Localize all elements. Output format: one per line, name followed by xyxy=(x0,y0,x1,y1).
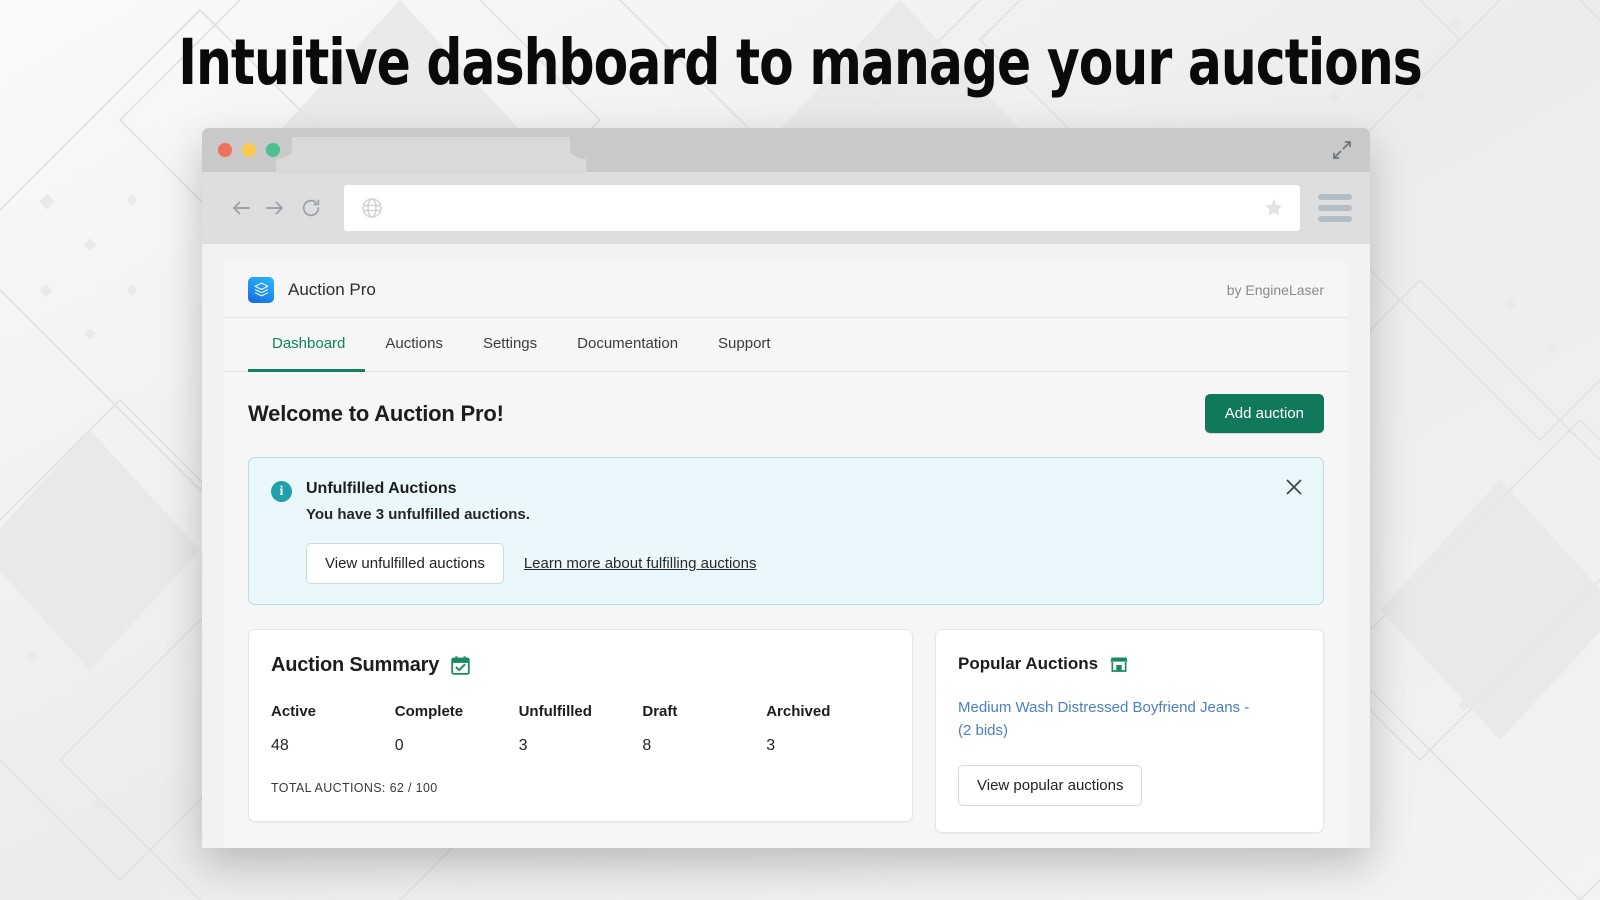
expand-arrows-icon[interactable] xyxy=(1332,140,1352,160)
total-auctions-label: TOTAL AUCTIONS: 62 / 100 xyxy=(271,781,438,795)
app-title: Auction Pro xyxy=(288,279,376,299)
banner-text-block: Unfulfilled Auctions You have 3 unfulfil… xyxy=(306,480,756,584)
app-byline: by EngineLaser xyxy=(1226,281,1324,298)
stat-label: Unfulfilled xyxy=(518,703,592,720)
popular-card-title: Popular Auctions xyxy=(958,654,1099,673)
banner-subtext: You have 3 unfulfilled auctions. xyxy=(306,506,530,523)
forward-button[interactable] xyxy=(258,191,292,225)
stat-active: Active 48 xyxy=(271,703,395,755)
stat-unfulfilled: Unfulfilled 3 xyxy=(519,703,643,755)
browser-toolbar xyxy=(202,172,1370,244)
add-auction-button[interactable]: Add auction xyxy=(1204,394,1324,433)
browser-titlebar xyxy=(202,128,1370,173)
close-window-button[interactable] xyxy=(218,143,232,157)
unfulfilled-auctions-banner: i Unfulfilled Auctions You have 3 unfulf… xyxy=(248,457,1324,605)
tab-auctions[interactable]: Auctions xyxy=(365,318,463,372)
auction-pro-app: Auction Pro by EngineLaser Dashboard Auc… xyxy=(224,262,1348,848)
stat-label: Archived xyxy=(766,703,831,720)
view-unfulfilled-auctions-button[interactable]: View unfulfilled auctions xyxy=(306,543,504,584)
view-popular-auctions-button[interactable]: View popular auctions xyxy=(958,764,1143,806)
browser-window: Auction Pro by EngineLaser Dashboard Auc… xyxy=(202,128,1370,848)
browser-viewport: Auction Pro by EngineLaser Dashboard Auc… xyxy=(202,244,1370,848)
stat-draft: Draft 8 xyxy=(642,703,766,755)
close-icon[interactable] xyxy=(1283,476,1305,498)
tab-dashboard[interactable]: Dashboard xyxy=(248,318,366,372)
stat-label: Complete xyxy=(394,703,464,720)
app-content: Welcome to Auction Pro! Add auction i Un… xyxy=(224,372,1348,833)
stat-value: 48 xyxy=(271,737,289,754)
stat-value: 3 xyxy=(766,737,776,754)
popular-auction-link[interactable]: Medium Wash Distressed Boyfriend Jeans -… xyxy=(958,696,1250,743)
arrow-right-icon xyxy=(266,201,283,215)
calendar-check-icon xyxy=(451,656,470,675)
hamburger-menu-icon xyxy=(1318,205,1352,211)
welcome-row: Welcome to Auction Pro! Add auction xyxy=(248,394,1324,433)
summary-card-header: Auction Summary xyxy=(271,654,890,677)
auction-summary-card: Auction Summary Active 48 Complete 0 Unf… xyxy=(248,629,913,822)
app-nav-tabs: Dashboard Auctions Settings Documentatio… xyxy=(224,318,1348,372)
arrow-left-icon xyxy=(233,201,250,215)
popular-auctions-card: Popular Auctions Medium Wash Distressed … xyxy=(935,629,1324,833)
banner-heading: Unfulfilled Auctions xyxy=(306,480,457,497)
page-title: Welcome to Auction Pro! xyxy=(248,400,504,426)
info-icon: i xyxy=(271,481,292,502)
stat-label: Active xyxy=(271,703,317,720)
storefront-icon xyxy=(1110,657,1128,672)
browser-tab[interactable] xyxy=(292,137,570,173)
stat-complete: Complete 0 xyxy=(395,703,519,755)
summary-card-title: Auction Summary xyxy=(271,654,440,676)
back-button[interactable] xyxy=(224,191,258,225)
page-headline: Intuitive dashboard to manage your aucti… xyxy=(178,26,1423,99)
summary-stats: Active 48 Complete 0 Unfulfilled 3 Draft… xyxy=(271,703,890,755)
reload-button[interactable] xyxy=(294,191,328,225)
box-glyph xyxy=(254,282,268,297)
stat-value: 8 xyxy=(642,737,652,754)
stat-archived: Archived 3 xyxy=(766,703,890,755)
hamburger-menu-icon xyxy=(1318,216,1352,222)
dashboard-cards: Auction Summary Active 48 Complete 0 Unf… xyxy=(248,629,1324,833)
popular-card-header: Popular Auctions xyxy=(958,654,1301,674)
window-controls xyxy=(218,143,280,157)
stat-value: 0 xyxy=(394,737,404,754)
globe-icon xyxy=(362,198,382,218)
minimize-window-button[interactable] xyxy=(242,143,256,157)
reload-icon xyxy=(302,199,320,217)
tab-documentation[interactable]: Documentation xyxy=(557,318,698,372)
app-header: Auction Pro by EngineLaser xyxy=(224,262,1348,318)
tab-settings[interactable]: Settings xyxy=(463,318,557,372)
stat-value: 3 xyxy=(518,737,528,754)
browser-menu-button[interactable] xyxy=(1318,194,1352,222)
package-box-icon xyxy=(248,276,274,303)
banner-body: i Unfulfilled Auctions You have 3 unfulf… xyxy=(271,480,1301,584)
learn-more-link[interactable]: Learn more about fulfilling auctions xyxy=(524,555,757,572)
address-bar[interactable] xyxy=(344,185,1300,231)
tab-support[interactable]: Support xyxy=(698,318,791,372)
banner-actions: View unfulfilled auctions Learn more abo… xyxy=(306,543,756,584)
stat-label: Draft xyxy=(642,703,678,720)
star-icon[interactable] xyxy=(1262,196,1286,220)
hamburger-menu-icon xyxy=(1318,194,1352,200)
